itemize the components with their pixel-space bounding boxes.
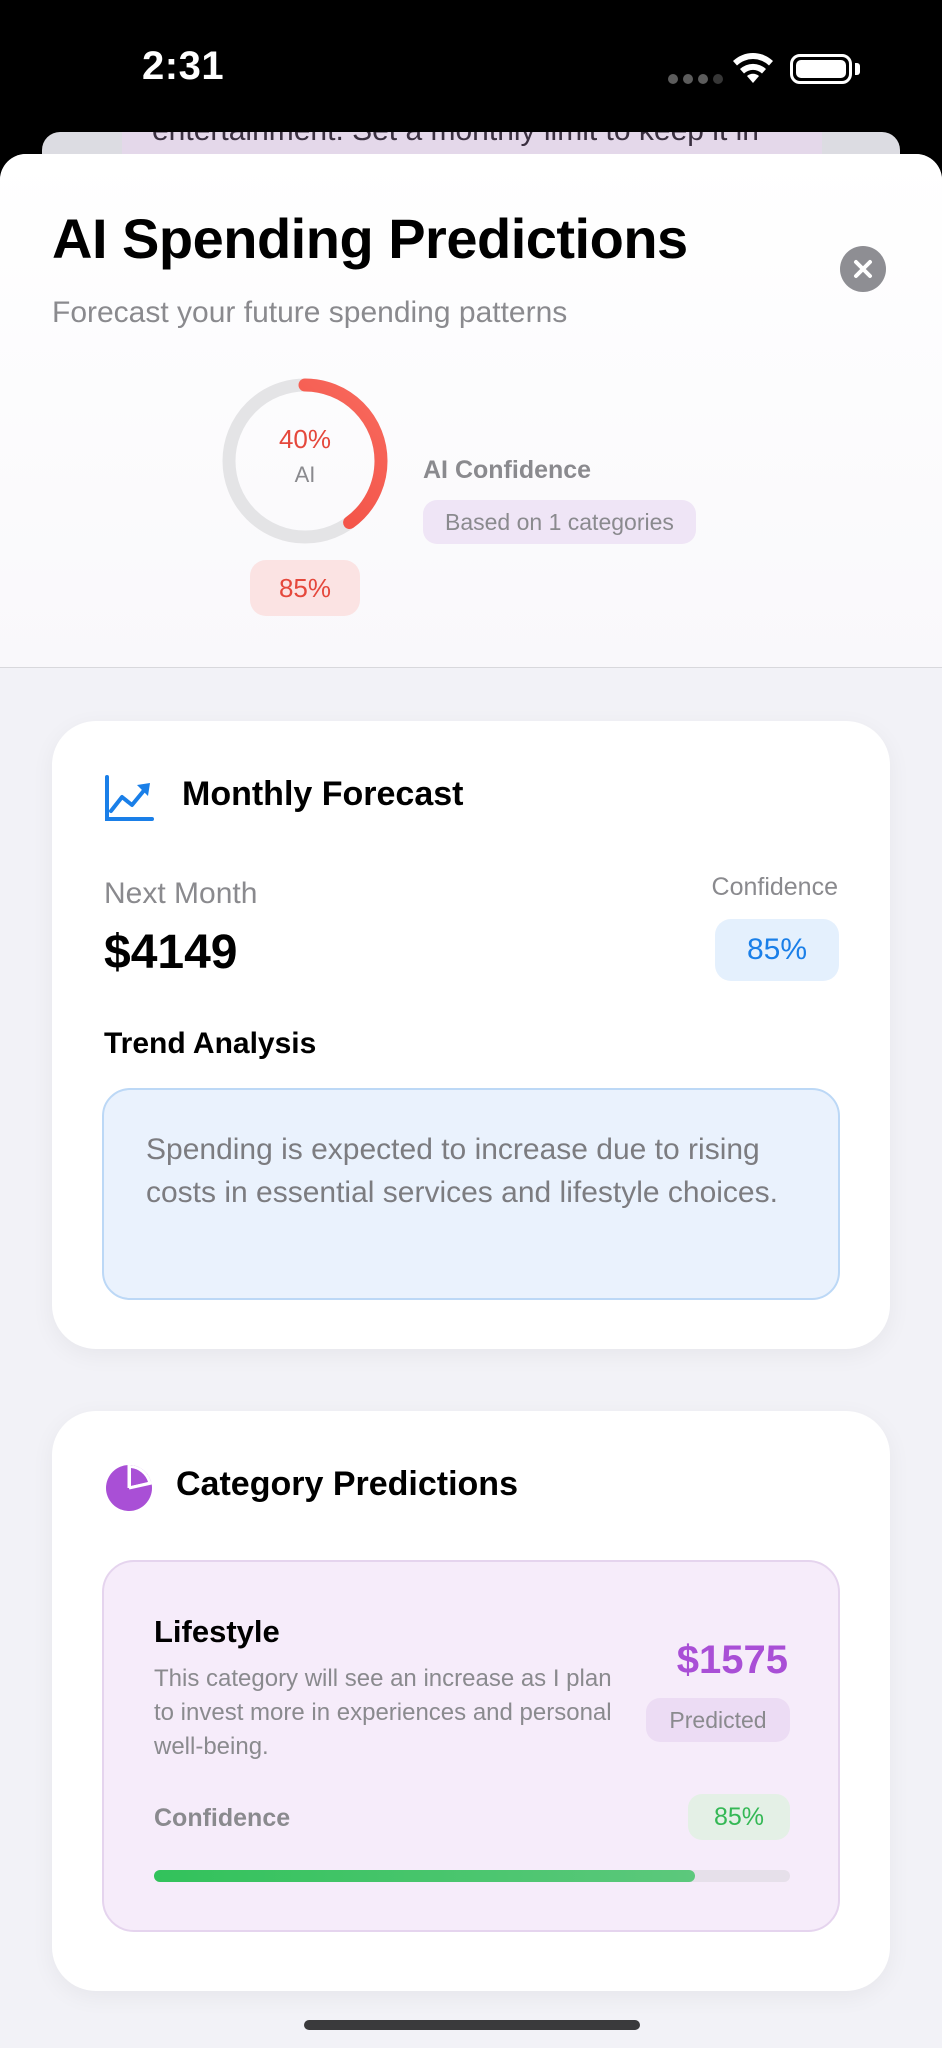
- next-month-label: Next Month: [104, 877, 258, 910]
- trend-analysis-box: Spending is expected to increase due to …: [102, 1088, 840, 1300]
- status-bar: 2:31: [0, 0, 942, 140]
- predicted-badge: Predicted: [646, 1698, 790, 1742]
- wifi-icon: [733, 53, 773, 83]
- ai-confidence-label: AI Confidence: [423, 456, 592, 484]
- home-indicator[interactable]: [304, 2020, 640, 2030]
- category-item-lifestyle[interactable]: Lifestyle This category will see an incr…: [102, 1560, 840, 1932]
- background-card-text: entertainment. Set a monthly limit to ke…: [152, 132, 759, 148]
- category-description: This category will see an increase as I …: [154, 1665, 612, 1760]
- battery-icon: [790, 54, 852, 84]
- category-confidence-label: Confidence: [154, 1804, 291, 1832]
- close-button[interactable]: [840, 246, 886, 292]
- close-icon: [854, 260, 872, 278]
- category-confidence-badge: 85%: [688, 1794, 790, 1840]
- category-predictions-title: Category Predictions: [176, 1465, 518, 1503]
- monthly-forecast-title: Monthly Forecast: [182, 775, 464, 813]
- page-title: AI Spending Predictions: [52, 207, 688, 270]
- predictions-sheet: AI Spending Predictions Forecast your fu…: [0, 154, 942, 2048]
- confidence-progress-fill: [154, 1870, 695, 1882]
- ai-progress-ring: 40% AI: [220, 376, 390, 546]
- sheet-header: AI Spending Predictions Forecast your fu…: [0, 154, 942, 668]
- trend-analysis-title: Trend Analysis: [104, 1027, 317, 1060]
- category-name: Lifestyle: [154, 1614, 280, 1649]
- confidence-progress-bar: [154, 1870, 790, 1882]
- ring-percent: 40%: [278, 424, 332, 454]
- page-subtitle: Forecast your future spending patterns: [52, 296, 568, 329]
- trend-analysis-text: Spending is expected to increase due to …: [146, 1133, 778, 1209]
- cellular-signal-icon: [668, 74, 723, 84]
- forecast-amount: $4149: [104, 926, 238, 979]
- category-predictions-card: Category Predictions Lifestyle This cate…: [52, 1411, 890, 1991]
- forecast-confidence-label: Confidence: [711, 873, 838, 901]
- status-time: 2:31: [142, 44, 225, 88]
- forecast-confidence-badge: 85%: [715, 919, 839, 981]
- confidence-badge: 85%: [250, 560, 360, 616]
- pie-chart-icon: [106, 1465, 152, 1511]
- category-predicted-amount: $1575: [676, 1638, 788, 1682]
- chart-line-uptrend-icon: [105, 775, 154, 821]
- based-on-badge: Based on 1 categories: [423, 500, 696, 544]
- ring-center-label: AI: [294, 462, 316, 487]
- monthly-forecast-card: Monthly Forecast Next Month $4149 Confid…: [52, 721, 890, 1349]
